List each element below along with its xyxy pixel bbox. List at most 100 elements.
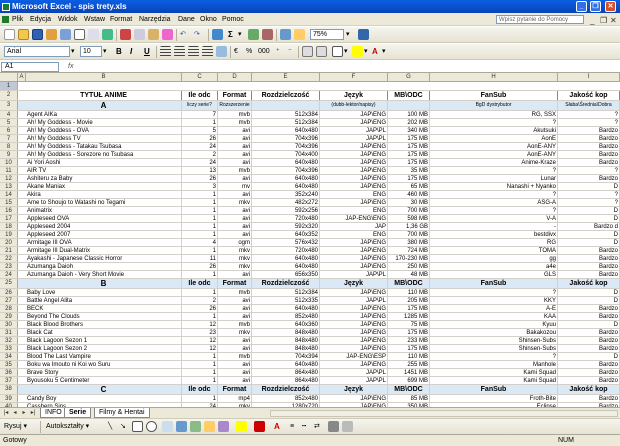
fansub-cell[interactable]: Manhole [430, 361, 558, 368]
resolution-cell[interactable]: 704x396 [252, 167, 320, 174]
title-cell[interactable]: Ayakashi - Japanese Classic Horror [26, 255, 182, 262]
wordart-icon[interactable] [176, 421, 187, 432]
language-cell[interactable]: JAP\ENG [320, 263, 388, 270]
row-header[interactable]: 35 [0, 361, 18, 368]
section-header-cell[interactable]: Język [320, 385, 388, 394]
title-cell[interactable]: Ah! My Goddess TV [26, 135, 182, 142]
fansub-cell[interactable]: GLS [430, 271, 558, 278]
format-cell[interactable]: mvb [218, 289, 252, 296]
size-cell[interactable]: 1451 MB [388, 369, 430, 376]
section-letter[interactable]: C [26, 385, 182, 394]
fansub-cell[interactable]: ? [430, 207, 558, 214]
episodes-cell[interactable]: 4 [182, 239, 218, 246]
fx-icon[interactable]: fx [68, 61, 73, 73]
resolution-cell[interactable]: 848x480 [252, 329, 320, 336]
fill-color-icon[interactable] [352, 46, 363, 57]
fansub-cell[interactable]: KKY [430, 297, 558, 304]
first-sheet-icon[interactable]: |◂ [2, 409, 10, 417]
size-cell[interactable]: 700 MB [388, 207, 430, 214]
row-header[interactable]: 13 [0, 183, 18, 190]
line-icon[interactable]: ╲ [108, 421, 112, 432]
format-cell[interactable]: mkv [218, 255, 252, 262]
title-cell[interactable]: Armitage III Dual-Matrix [26, 247, 182, 254]
font-name-box[interactable]: Arial [4, 46, 70, 57]
resolution-cell[interactable]: 512x384 [252, 289, 320, 296]
new-icon[interactable] [4, 29, 15, 40]
episodes-cell[interactable]: 13 [182, 167, 218, 174]
resolution-cell[interactable]: 512x384 [252, 119, 320, 126]
fansub-cell[interactable]: ? [430, 119, 558, 126]
fansub-cell[interactable]: Anime-Kraze [430, 159, 558, 166]
row-header[interactable]: 14 [0, 191, 18, 198]
justify-icon[interactable] [202, 46, 213, 57]
size-cell[interactable]: 170-230 MB [388, 255, 430, 262]
fansub-cell[interactable]: AonE-ANY [430, 143, 558, 150]
fansub-cell[interactable]: Kami Squad [430, 377, 558, 384]
section-header-cell[interactable]: Rozszerzenie [218, 101, 252, 110]
next-sheet-icon[interactable]: ▸ [20, 409, 28, 417]
language-cell[interactable]: JAP\ENG [320, 199, 388, 206]
section-header-cell[interactable]: Ile odc [182, 385, 218, 394]
resolution-cell[interactable]: 852x480 [252, 395, 320, 402]
episodes-cell[interactable]: 1 [182, 361, 218, 368]
header-mb-per-episode[interactable]: MB\ODC [388, 91, 430, 100]
fill-dropdown-icon[interactable]: ▾ [364, 46, 368, 57]
title-cell[interactable]: Black Blood Brothers [26, 321, 182, 328]
sort-descending-icon[interactable] [262, 29, 273, 40]
header-language[interactable]: Język [320, 91, 388, 100]
zoom-box[interactable]: 75% [310, 29, 344, 40]
resolution-cell[interactable]: 482x272 [252, 199, 320, 206]
save-icon[interactable] [32, 29, 43, 40]
fansub-cell[interactable]: TOMA [430, 247, 558, 254]
episodes-cell[interactable]: 1 [182, 369, 218, 376]
resolution-cell[interactable]: 704x394 [252, 353, 320, 360]
quality-cell[interactable]: Bardzo [558, 159, 620, 166]
format-cell[interactable]: avi [218, 127, 252, 134]
episodes-cell[interactable]: 1 [182, 395, 218, 402]
size-cell[interactable]: 205 MB [388, 297, 430, 304]
language-cell[interactable]: JAP\ENG [320, 395, 388, 402]
section-header-cell[interactable] [252, 101, 320, 110]
episodes-cell[interactable]: 1 [182, 289, 218, 296]
fansub-cell[interactable]: RG [430, 239, 558, 246]
episodes-cell[interactable]: 24 [182, 159, 218, 166]
format-cell[interactable]: avi [218, 207, 252, 214]
row-header[interactable]: 31 [0, 329, 18, 336]
size-cell[interactable]: 1,36 GB [388, 223, 430, 230]
section-header-cell[interactable]: BgD dystrybutor [430, 101, 558, 110]
resolution-cell[interactable]: 592x256 [252, 207, 320, 214]
quality-cell[interactable]: Bardzo [558, 377, 620, 384]
episodes-cell[interactable]: 11 [182, 255, 218, 262]
quality-cell[interactable]: Bardzo [558, 271, 620, 278]
language-cell[interactable]: JAP\ENG [320, 247, 388, 254]
section-letter[interactable]: A [26, 101, 182, 110]
sheet-tab-serie[interactable]: Serie [64, 408, 92, 418]
language-cell[interactable]: ENG [320, 207, 388, 214]
font-size-box[interactable]: 10 [80, 46, 102, 57]
menu-pomoc[interactable]: Pomoc [222, 13, 244, 26]
column-header-h[interactable]: H [430, 73, 558, 82]
language-cell[interactable]: JAP\ENG [320, 321, 388, 328]
title-cell[interactable]: Ah! My Goddess - Tatakau Tsubasa [26, 143, 182, 150]
language-cell[interactable]: JAP\PL [320, 297, 388, 304]
title-cell[interactable]: Beyond The Clouds [26, 313, 182, 320]
format-cell[interactable]: mvb [218, 353, 252, 360]
workbook-icon[interactable] [2, 16, 9, 23]
format-cell[interactable]: mvb [218, 111, 252, 118]
language-cell[interactable]: JAP\ENG [320, 119, 388, 126]
format-cell[interactable]: avi [218, 143, 252, 150]
workbook-restore-icon[interactable]: ❐ [600, 14, 607, 27]
fansub-cell[interactable]: Nanashi + Nyanko [430, 183, 558, 190]
spelling-icon[interactable] [102, 29, 113, 40]
size-cell[interactable]: 35 MB [388, 167, 430, 174]
title-cell[interactable]: Baby Love [26, 289, 182, 296]
size-cell[interactable]: 110 MB [388, 289, 430, 296]
episodes-cell[interactable]: 24 [182, 143, 218, 150]
row-header[interactable]: 39 [0, 395, 18, 402]
fansub-cell[interactable]: RG, SSX [430, 111, 558, 118]
3d-icon[interactable] [342, 421, 353, 432]
title-cell[interactable]: Brave Story [26, 369, 182, 376]
horizontal-scrollbar[interactable] [270, 410, 618, 417]
resolution-cell[interactable]: 640x480 [252, 127, 320, 134]
episodes-cell[interactable]: 12 [182, 345, 218, 352]
